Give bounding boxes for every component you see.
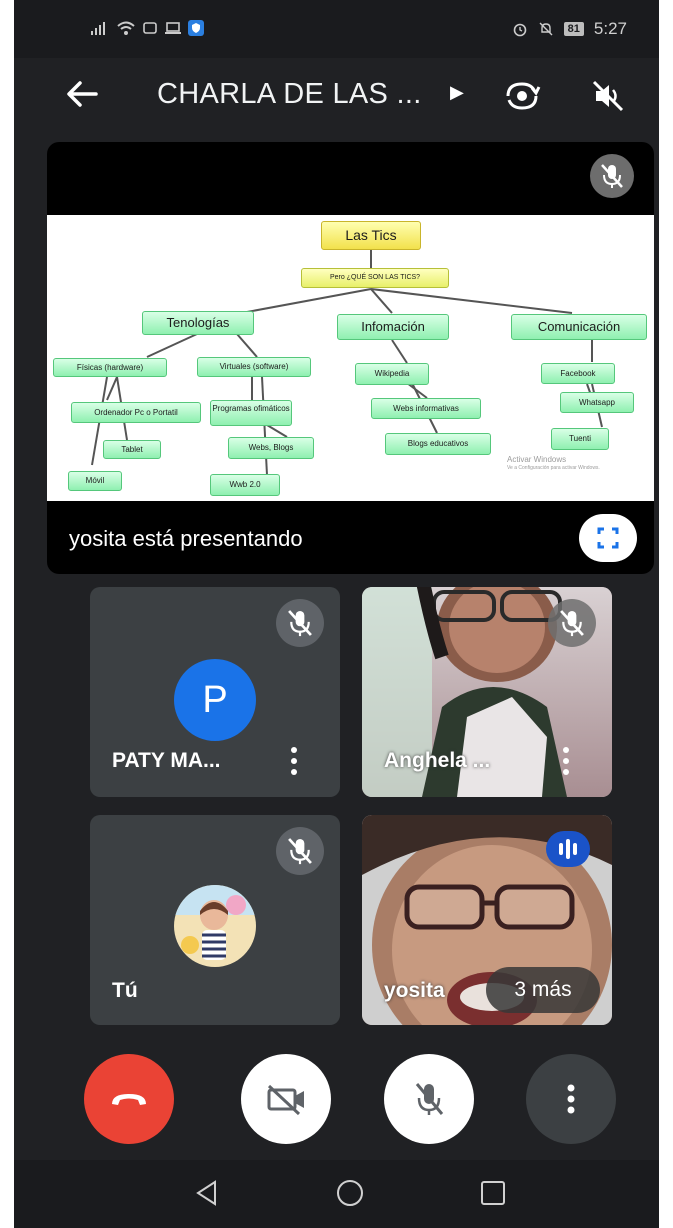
- clock: 5:27: [593, 19, 627, 38]
- participant-name: PATY MA...: [112, 749, 221, 772]
- more-options-button[interactable]: [526, 1054, 616, 1144]
- alarm-icon: [513, 23, 526, 37]
- camera-switch-icon[interactable]: [502, 76, 542, 116]
- shield-app-icon: [188, 20, 204, 36]
- mic-off-icon: [548, 599, 596, 647]
- hang-up-icon: [112, 1094, 146, 1105]
- mindmap-node: Facebook: [541, 363, 615, 384]
- mindmap-branch-tecnologias: Tenologías: [142, 311, 254, 335]
- mindmap-node: Wikipedia: [355, 363, 429, 385]
- play-arrow-icon[interactable]: ▶: [450, 82, 464, 103]
- mindmap-node: Tuenti: [551, 428, 609, 450]
- cast-icon: [143, 22, 157, 34]
- mindmap-node: Webs informativas: [371, 398, 481, 419]
- more-vertical-icon[interactable]: [286, 745, 302, 777]
- arrow-left-icon[interactable]: [62, 74, 102, 114]
- mic-off-icon: [415, 1083, 444, 1115]
- participant-name: Tú: [112, 979, 138, 1002]
- nav-home-icon[interactable]: [333, 1176, 367, 1210]
- participant-name: Anghela ...: [384, 749, 491, 772]
- end-call-button[interactable]: [84, 1054, 174, 1144]
- meeting-title[interactable]: CHARLA DE LAS ...: [157, 78, 422, 111]
- mic-off-icon: [590, 154, 634, 198]
- participant-name: yosita: [384, 979, 445, 1002]
- notifications-off-icon: [539, 22, 553, 36]
- mindmap-node: Móvil: [68, 471, 122, 491]
- mindmap-node: Virtuales (software): [197, 357, 311, 377]
- android-nav-bar: [14, 1160, 659, 1228]
- watermark-line: Activar Windows: [507, 455, 567, 464]
- more-vertical-icon[interactable]: [558, 745, 574, 777]
- mindmap-root: Las Tics: [321, 221, 421, 250]
- more-participants-button[interactable]: 3 más: [486, 967, 600, 1013]
- laptop-icon: [165, 22, 181, 34]
- status-bar: 81 5:27: [14, 0, 659, 58]
- fullscreen-button[interactable]: [579, 514, 637, 562]
- windows-watermark: Activar Windows Ve a Configuración para …: [507, 455, 600, 473]
- mindmap-node: Webs, Blogs: [228, 437, 314, 459]
- call-header: CHARLA DE LAS ... ▶: [14, 58, 659, 138]
- participant-tile-anghela[interactable]: Anghela ...: [362, 587, 612, 797]
- participant-tile-yosita[interactable]: yosita 3 más: [362, 815, 612, 1025]
- mindmap-node: Ordenador Pc o Portatil: [71, 402, 201, 423]
- participant-tile-paty[interactable]: P PATY MA...: [90, 587, 340, 797]
- mic-off-icon: [276, 599, 324, 647]
- toggle-video-button[interactable]: [241, 1054, 331, 1144]
- battery-level: 81: [563, 22, 584, 36]
- mindmap-node: Whatsapp: [560, 392, 634, 413]
- speaker-off-icon[interactable]: [588, 76, 628, 116]
- participant-tile-self[interactable]: Tú: [90, 815, 340, 1025]
- presentation-panel[interactable]: Las Tics Pero ¿QUÉ SON LAS TICS? Tenolog…: [47, 142, 654, 574]
- mindmap-node: Wwb 2.0: [210, 474, 280, 496]
- nav-back-icon[interactable]: [190, 1176, 224, 1210]
- watermark-line: Ve a Configuración para activar Windows.: [507, 465, 600, 471]
- status-icons-right: 81 5:27: [512, 19, 627, 39]
- phone-screen: 81 5:27 CHARLA DE LAS ... ▶ Las Tics Per…: [14, 0, 659, 1228]
- mindmap-node: Tablet: [103, 440, 161, 459]
- nav-recents-icon[interactable]: [476, 1176, 510, 1210]
- status-icons-left: [90, 20, 204, 36]
- mindmap-node: Blogs educativos: [385, 433, 491, 455]
- mindmap-node: Programas ofimáticos: [210, 400, 292, 426]
- wifi-icon: [117, 21, 135, 35]
- speaking-indicator-icon: [546, 831, 590, 867]
- avatar: [174, 885, 256, 967]
- fullscreen-icon: [597, 527, 619, 549]
- video-off-icon: [267, 1084, 304, 1116]
- mic-off-icon: [276, 827, 324, 875]
- call-controls: [14, 1050, 659, 1150]
- mindmap-node: Físicas (hardware): [53, 358, 167, 377]
- mindmap-branch-comunicacion: Comunicación: [511, 314, 647, 340]
- presenter-label: yosita está presentando: [69, 526, 303, 551]
- more-vertical-icon: [567, 1084, 575, 1114]
- shared-slide: Las Tics Pero ¿QUÉ SON LAS TICS? Tenolog…: [47, 215, 654, 501]
- avatar: P: [174, 659, 256, 741]
- mindmap-question: Pero ¿QUÉ SON LAS TICS?: [301, 268, 449, 288]
- mindmap-branch-informacion: Infomación: [337, 314, 449, 340]
- signal-icon: [91, 22, 105, 35]
- toggle-mic-button[interactable]: [384, 1054, 474, 1144]
